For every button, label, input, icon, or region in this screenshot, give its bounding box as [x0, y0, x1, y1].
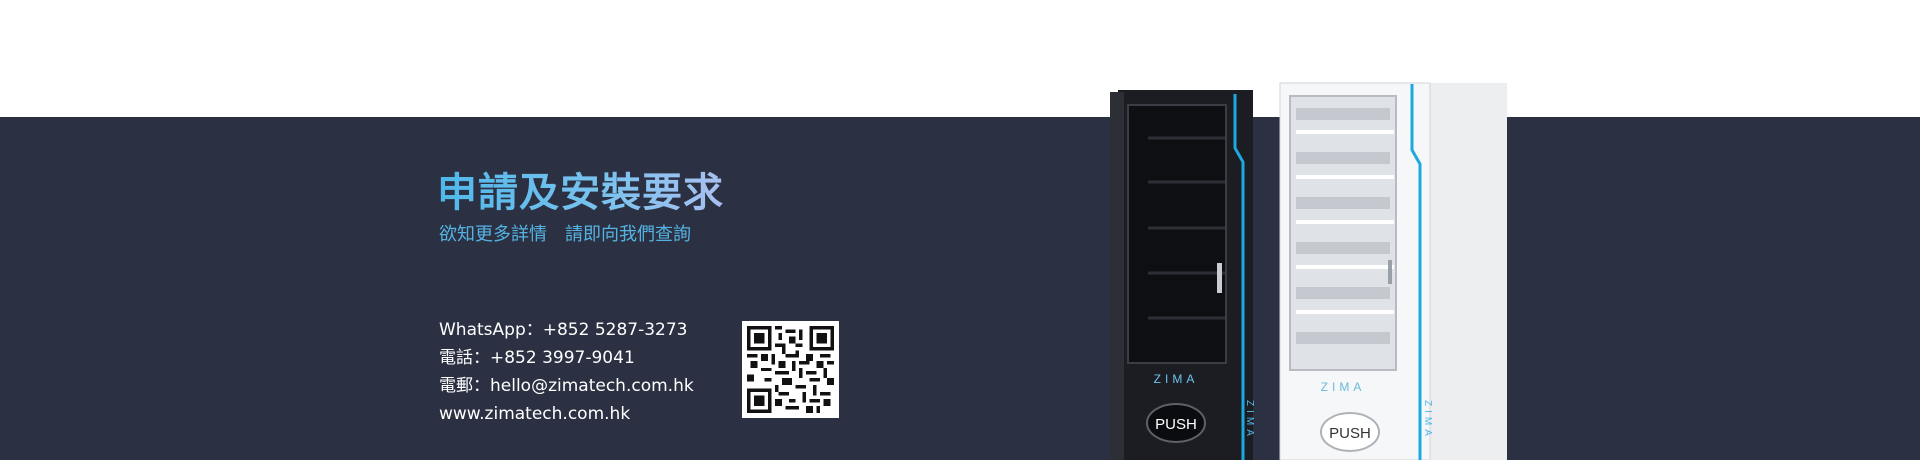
side-brand-dark: ZIMA — [1244, 400, 1255, 440]
brand-label-white: ZIMA — [1321, 380, 1366, 394]
push-label-dark: PUSH — [1155, 416, 1197, 433]
brand-label-dark: ZIMA — [1154, 372, 1199, 386]
white-vending-machine: ZIMA PUSH ZIMA — [1279, 82, 1507, 460]
side-brand-white: ZIMA — [1422, 400, 1433, 440]
section-title: 申請及安裝要求 — [437, 160, 724, 218]
website-link[interactable]: www.zimatech.com.hk — [439, 400, 694, 428]
section-subtitle: 欲知更多詳情 請即向我們查詢 — [439, 224, 691, 245]
contact-details: WhatsApp：+852 5287-3273 電話：+852 3997-904… — [439, 316, 694, 428]
dark-vending-machine: ZIMA PUSH ZIMA — [1110, 90, 1255, 460]
vending-machines-image: ZIMA PUSH ZIMA ZIMA PUSH ZIMA — [1110, 82, 1507, 460]
phone-contact[interactable]: 電話：+852 3997-9041 — [439, 344, 694, 372]
qr-code — [742, 321, 839, 418]
whatsapp-contact[interactable]: WhatsApp：+852 5287-3273 — [439, 316, 694, 344]
push-label-white: PUSH — [1329, 425, 1371, 442]
email-contact[interactable]: 電郵：hello@zimatech.com.hk — [439, 372, 694, 400]
contact-section-background — [0, 117, 1920, 460]
